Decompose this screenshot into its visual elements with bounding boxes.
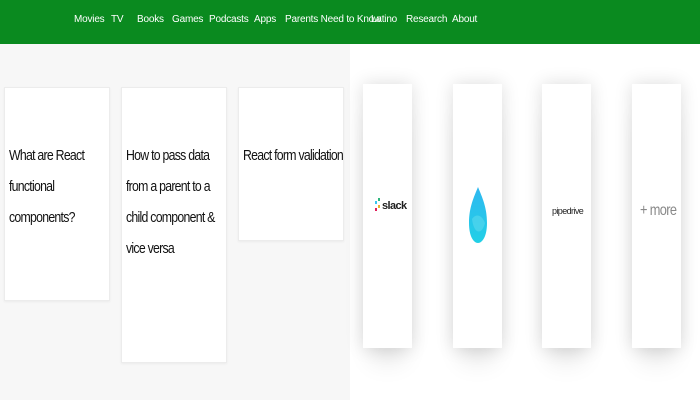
nav-item-research[interactable]: Research <box>406 14 447 25</box>
integration-card-slack[interactable]: slack <box>363 84 412 348</box>
integrations-panel: slack pipedrive + more <box>350 44 700 400</box>
nav-item-games[interactable]: Games <box>172 14 203 25</box>
nav-item-movies[interactable]: Movies <box>74 14 105 25</box>
pipedrive-wordmark: pipedrive <box>552 206 584 216</box>
article-card[interactable]: What are React functional components? <box>4 87 110 301</box>
drop-shape-logo-icon <box>469 187 487 243</box>
nav-item-tv[interactable]: TV <box>111 14 124 25</box>
more-integrations-label: + more <box>640 202 677 219</box>
article-list-panel: What are React functional components? Ho… <box>0 44 350 400</box>
nav-item-latino[interactable]: Latino <box>371 14 397 25</box>
nav-item-books[interactable]: Books <box>137 14 164 25</box>
nav-item-apps[interactable]: Apps <box>254 14 276 25</box>
article-card-title: React form validation <box>243 147 344 164</box>
slack-wordmark: slack <box>382 200 407 212</box>
nav-item-podcasts[interactable]: Podcasts <box>209 14 249 25</box>
nav-item-parents-need-to-know[interactable]: Parents Need to Know <box>285 14 381 25</box>
article-card[interactable]: React form validation <box>238 87 344 241</box>
nav-item-about[interactable]: About <box>452 14 477 25</box>
integration-card-more[interactable]: + more <box>632 84 681 348</box>
top-nav-bar: Movies TV Books Games Podcasts Apps Pare… <box>0 0 700 44</box>
article-card[interactable]: How to pass data from a parent to a chil… <box>121 87 227 363</box>
article-card-title: How to pass data from a parent to a chil… <box>126 147 215 257</box>
integration-card-app[interactable] <box>453 84 502 348</box>
integration-card-pipedrive[interactable]: pipedrive <box>542 84 591 348</box>
article-card-title: What are React functional components? <box>9 147 85 226</box>
